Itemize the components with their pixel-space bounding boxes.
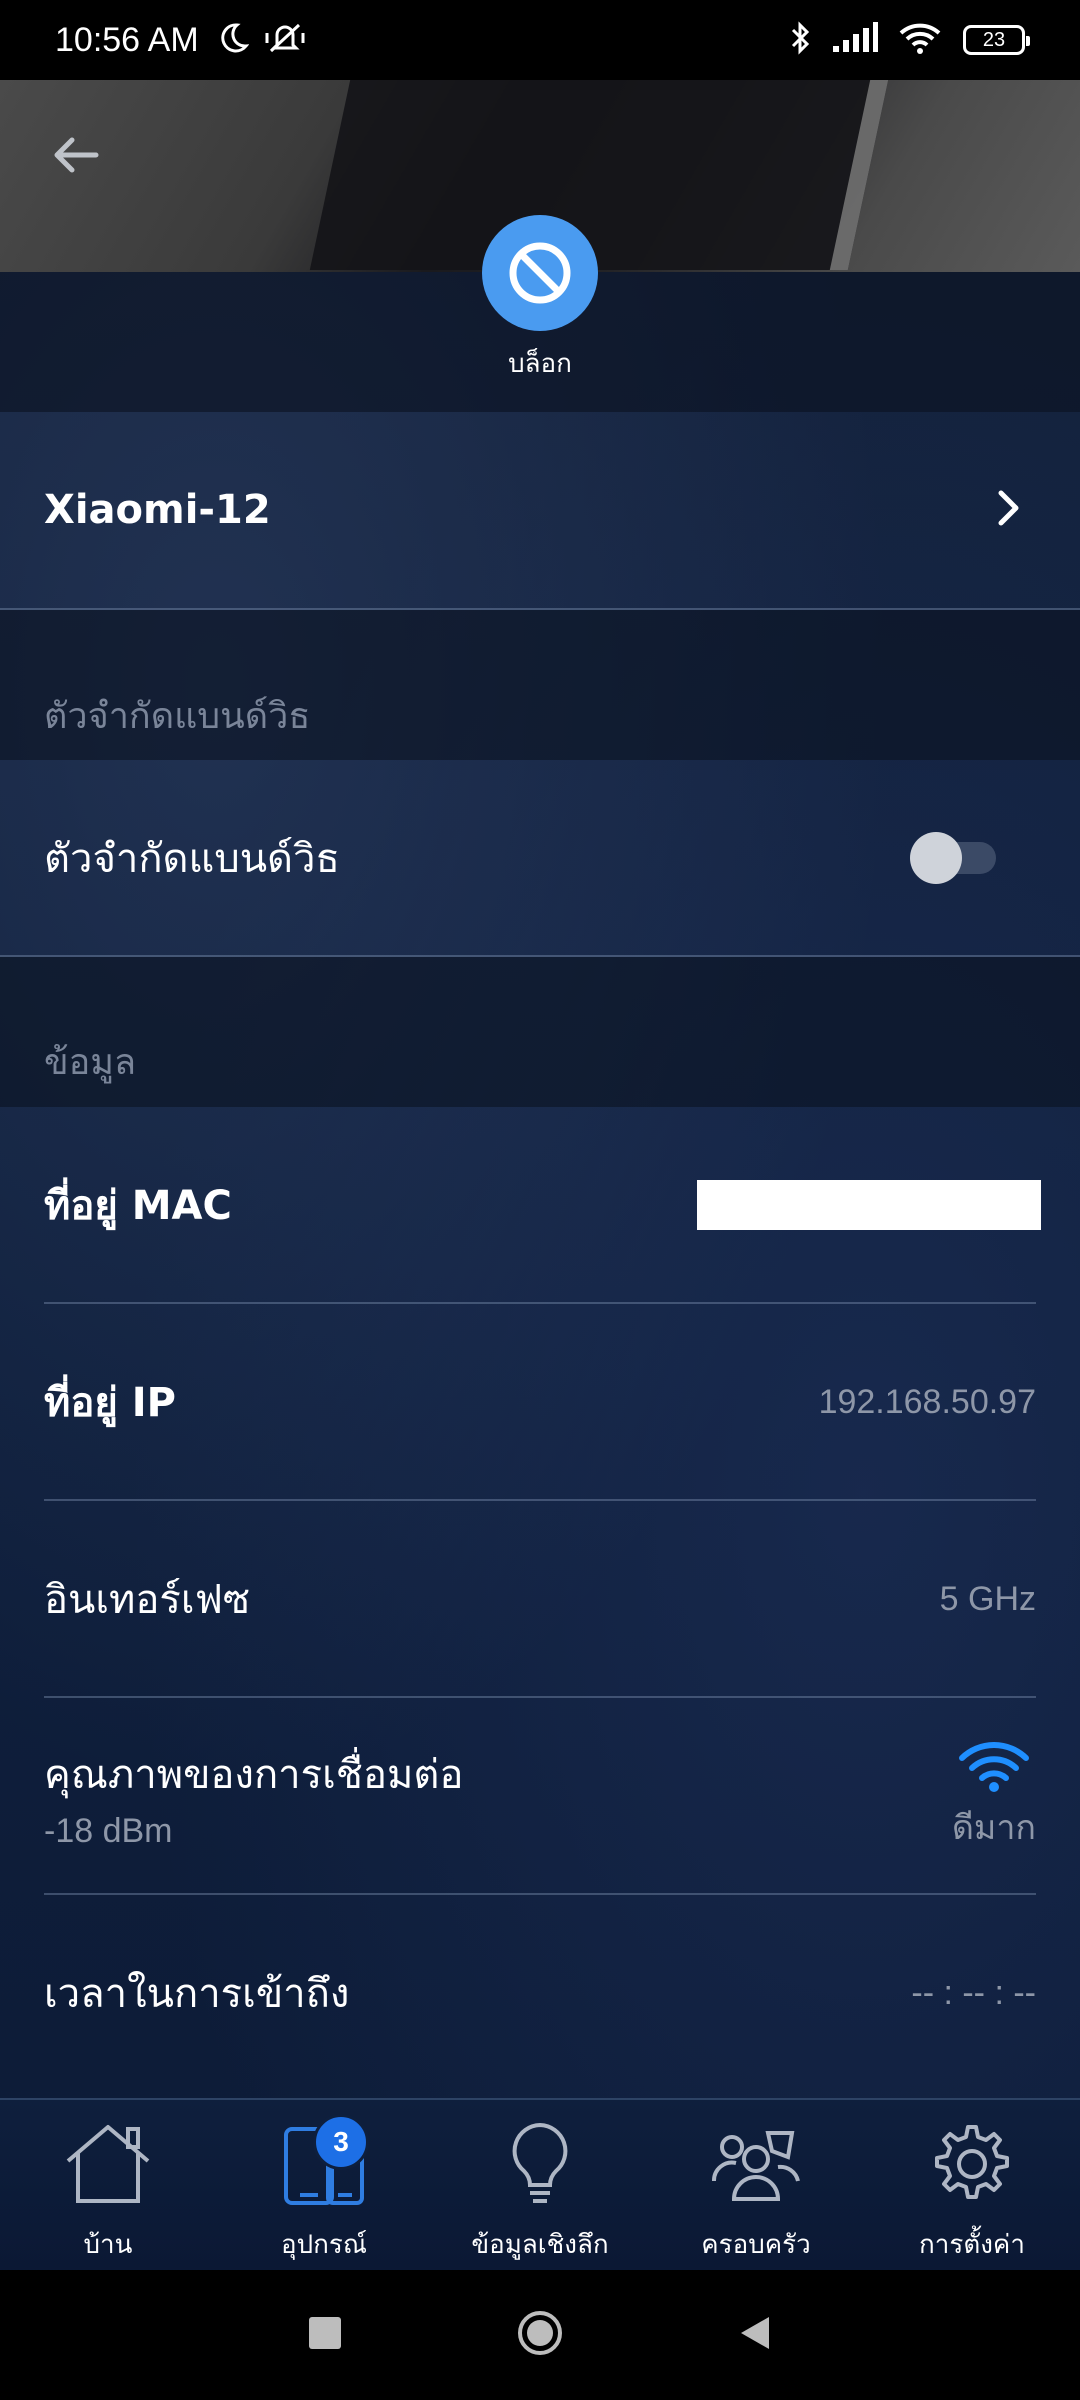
chevron-right-icon [996,488,1022,532]
mac-address-row: ที่อยู่ MAC [0,1107,1080,1303]
nav-item-settings[interactable]: การตั้งค่า [864,2100,1080,2272]
block-button[interactable]: บล็อก [480,215,600,384]
nav-item-insights[interactable]: ข้อมูลเชิงลึก [432,2100,648,2272]
arrow-left-icon [54,137,99,173]
home-circle-icon[interactable] [515,2308,565,2362]
moon-icon [215,21,250,59]
recents-icon[interactable] [305,2313,345,2357]
connection-quality-row: คุณภาพของการเชื่อมต่อ -18 dBm ดีมาก [0,1698,1080,1894]
interface-label: อินเทอร์เฟซ [44,1577,251,1623]
block-label: บล็อก [508,349,572,379]
status-bar: 10:56 AM 23 [0,0,1080,80]
access-time-row: เวลาในการเข้าถึง -- : -- : -- [0,1895,1080,2091]
screen: 10:56 AM 23 บล็อก Xiaomi-12 ตัวจำกัดแบนด… [0,0,1080,2400]
nav-item-devices[interactable]: 3 อุปกรณ์ [216,2100,432,2272]
devices-badge: 3 [313,2114,369,2170]
ip-address-value: 192.168.50.97 [818,1382,1036,1421]
mac-address-label: ที่อยู่ MAC [44,1183,232,1229]
access-time-value: -- : -- : -- [911,1973,1036,2012]
info-section-header: ข้อมูล [44,1041,137,1083]
bottom-nav: บ้าน 3 อุปกรณ์ ข้อมูลเชิงลึก ครอบครัว กา… [0,2098,1080,2272]
bandwidth-limiter-label: ตัวจำกัดแบนด์วิธ [44,836,340,882]
access-time-label: เวลาในการเข้าถึง [44,1971,350,2017]
back-button[interactable] [40,120,110,190]
nav-item-family[interactable]: ครอบครัว [648,2100,864,2272]
bandwidth-section-header-row: ตัวจำกัดแบนด์วิธ [0,660,1080,770]
interface-value: 5 GHz [939,1579,1036,1618]
bandwidth-section-header: ตัวจำกัดแบนด์วิธ [44,695,311,737]
block-icon [482,215,598,331]
nav-label-insights: ข้อมูลเชิงลึก [471,2230,609,2260]
mute-vibrate-icon [263,21,307,59]
nav-item-home[interactable]: บ้าน [0,2100,216,2272]
bandwidth-limiter-row: ตัวจำกัดแบนด์วิธ [0,760,1080,956]
back-triangle-icon[interactable] [735,2313,775,2357]
nav-label-family: ครอบครัว [701,2230,811,2260]
bandwidth-limiter-toggle[interactable] [910,832,996,884]
lightbulb-icon [485,2114,595,2214]
connection-quality-label: คุณภาพของการเชื่อมต่อ [44,1751,464,1798]
mac-address-value-redacted [697,1180,1041,1230]
battery-icon: 23 [963,25,1030,55]
nav-label-home: บ้าน [83,2230,133,2260]
signal-icon [831,22,879,58]
bluetooth-icon [789,20,813,60]
status-time: 10:56 AM [55,20,199,59]
device-name-row[interactable]: Xiaomi-12 [0,412,1080,608]
info-section-header-row: ข้อมูล [0,1005,1080,1117]
wifi-signal-icon [956,1738,1032,1796]
home-icon [53,2114,163,2214]
device-name: Xiaomi-12 [44,487,271,533]
connection-quality-dbm: -18 dBm [44,1811,173,1850]
nav-label-settings: การตั้งค่า [919,2230,1025,2260]
devices-icon: 3 [269,2114,379,2214]
family-icon [701,2114,811,2214]
connection-quality-status: ดีมาก [951,1808,1036,1848]
system-nav-bar [0,2270,1080,2400]
ip-address-row: ที่อยู่ IP 192.168.50.97 [0,1304,1080,1500]
nav-label-devices: อุปกรณ์ [281,2230,367,2260]
ip-address-label: ที่อยู่ IP [44,1380,176,1426]
gear-icon [917,2114,1027,2214]
wifi-icon [897,21,945,59]
interface-row: อินเทอร์เฟซ 5 GHz [0,1501,1080,1697]
